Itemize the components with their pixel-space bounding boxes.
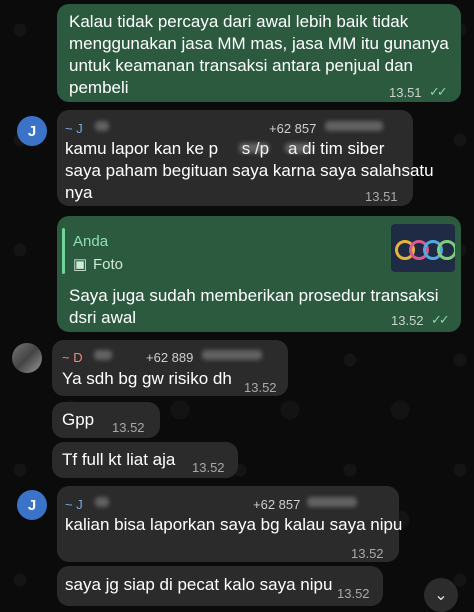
double-check-icon: ✓✓ bbox=[429, 84, 448, 99]
redaction bbox=[239, 143, 269, 153]
message-line: saya paham begituan saya karna saya sala… bbox=[65, 161, 434, 180]
redaction bbox=[307, 497, 357, 507]
chat-view: Kalau tidak percaya dari awal lebih baik… bbox=[0, 0, 474, 612]
message-line: kamu lapor kan ke p s /p a di tim siber bbox=[65, 139, 385, 158]
photo-icon: ▣ bbox=[73, 256, 88, 273]
message-time: 13.52 bbox=[391, 313, 424, 328]
incoming-message[interactable]: saya jg siap di pecat kalo saya nipu 13.… bbox=[57, 566, 383, 606]
incoming-message[interactable]: Gpp 13.52 bbox=[52, 402, 160, 438]
reply-indicator bbox=[62, 228, 65, 274]
message-time: 13.52 bbox=[244, 380, 277, 395]
incoming-message[interactable]: ~ J +62 857 kamu lapor kan ke p s /p a d… bbox=[57, 110, 434, 206]
thumbnail-shape bbox=[437, 240, 455, 260]
sender-name[interactable]: ~ J bbox=[65, 494, 83, 516]
reply-title: Anda bbox=[73, 233, 109, 250]
incoming-message[interactable]: Tf full kt liat aja 13.52 bbox=[52, 442, 238, 478]
message-line: Saya juga sudah memberikan prosedur tran… bbox=[69, 286, 439, 305]
message-line: dsri awal bbox=[69, 308, 137, 327]
redaction bbox=[95, 497, 109, 507]
redaction bbox=[202, 350, 262, 360]
reply-thumbnail[interactable] bbox=[391, 224, 455, 272]
message-line: pembeli bbox=[69, 78, 129, 97]
message-line: menggunakan jasa MM mas, jasa MM itu gun… bbox=[69, 34, 449, 53]
message-time: 13.51 bbox=[365, 189, 398, 204]
message-time: 13.52 bbox=[351, 546, 384, 561]
double-check-icon: ✓✓ bbox=[431, 312, 450, 327]
redaction bbox=[94, 350, 112, 360]
message-time: 13.52 bbox=[337, 586, 370, 601]
avatar[interactable]: J bbox=[17, 116, 47, 146]
avatar[interactable]: J bbox=[17, 490, 47, 520]
message-time: 13.52 bbox=[112, 420, 145, 435]
message-line: kalian bisa laporkan saya bg kalau saya … bbox=[65, 515, 403, 534]
message-line: Kalau tidak percaya dari awal lebih baik… bbox=[69, 12, 409, 31]
message-time: 13.51 bbox=[389, 85, 422, 100]
sender-phone: +62 889 bbox=[146, 350, 194, 365]
message-line: Gpp bbox=[62, 410, 95, 429]
message-line: untuk keamanan transaksi antara penjual … bbox=[69, 56, 414, 75]
sender-phone: +62 857 bbox=[269, 121, 317, 136]
reply-subtitle: Foto bbox=[93, 256, 124, 273]
redaction bbox=[325, 121, 383, 131]
redaction bbox=[285, 143, 311, 153]
sender-phone: +62 857 bbox=[253, 497, 301, 512]
message-line: saya jg siap di pecat kalo saya nipu bbox=[65, 575, 333, 594]
outgoing-message[interactable]: Kalau tidak percaya dari awal lebih baik… bbox=[57, 4, 461, 102]
outgoing-message[interactable]: Anda ▣ Foto Saya juga sudah memberikan p… bbox=[57, 216, 461, 332]
incoming-message[interactable]: ~ D +62 889 Ya sdh bg gw risiko dh 13.52 bbox=[52, 340, 288, 396]
message-time: 13.52 bbox=[192, 460, 225, 475]
message-line: Ya sdh bg gw risiko dh bbox=[62, 369, 232, 388]
incoming-message[interactable]: ~ J +62 857 kalian bisa laporkan saya bg… bbox=[57, 486, 403, 562]
avatar[interactable] bbox=[12, 343, 42, 373]
sender-name[interactable]: ~ J bbox=[65, 118, 83, 140]
redaction bbox=[95, 121, 109, 131]
message-line: Tf full kt liat aja bbox=[62, 450, 176, 469]
sender-name[interactable]: ~ D bbox=[62, 347, 83, 369]
message-line: nya bbox=[65, 183, 93, 202]
chevron-down-icon[interactable]: ⌄ bbox=[424, 578, 458, 612]
